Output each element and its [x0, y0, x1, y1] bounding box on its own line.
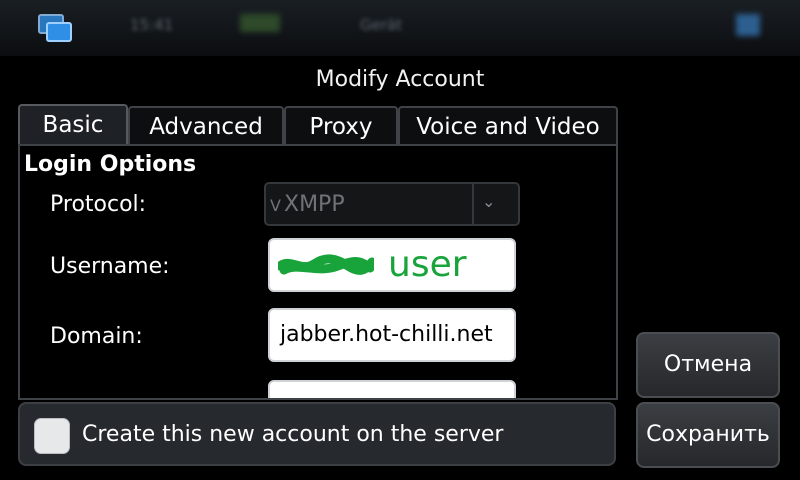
network-indicator-icon	[240, 14, 280, 32]
create-account-checkbox[interactable]	[34, 418, 70, 454]
username-label: Username:	[50, 254, 170, 279]
basic-tab-panel: Login Options Protocol: V XMPP ⌄ Usernam…	[18, 144, 618, 400]
redaction-scribble	[278, 254, 374, 275]
domain-input[interactable]: jabber.hot-chilli.net	[268, 308, 516, 362]
combo-divider	[472, 184, 474, 224]
task-switcher-icon[interactable]	[36, 12, 76, 46]
tab-advanced[interactable]: Advanced	[128, 106, 284, 144]
protocol-select[interactable]: V XMPP ⌄	[264, 182, 520, 226]
save-button[interactable]: Сохранить	[636, 402, 780, 468]
tab-voice-and-video[interactable]: Voice and Video	[398, 106, 618, 144]
domain-value: jabber.hot-chilli.net	[280, 322, 493, 347]
create-account-option[interactable]: Create this new account on the server	[18, 402, 616, 466]
login-options-heading: Login Options	[24, 152, 197, 177]
password-input[interactable]	[268, 380, 516, 398]
close-icon[interactable]	[736, 14, 760, 36]
chevron-down-icon[interactable]: ⌄	[482, 192, 495, 211]
protocol-value: XMPP	[284, 192, 345, 217]
cancel-button[interactable]: Отмена	[636, 332, 780, 398]
domain-label: Domain:	[50, 324, 143, 349]
dialog-title: Modify Account	[315, 67, 485, 92]
tab-proxy[interactable]: Proxy	[284, 106, 398, 144]
status-time: 15:41	[130, 16, 174, 34]
protocol-label: Protocol:	[50, 192, 147, 217]
status-bar: 15:41 Gerät	[0, 0, 800, 56]
username-input[interactable]: user	[268, 238, 516, 292]
tab-basic[interactable]: Basic	[18, 104, 128, 144]
status-profile: Gerät	[360, 16, 403, 34]
create-account-label: Create this new account on the server	[82, 422, 504, 447]
username-value: user	[388, 244, 467, 285]
xmpp-protocol-icon: V	[270, 196, 281, 215]
